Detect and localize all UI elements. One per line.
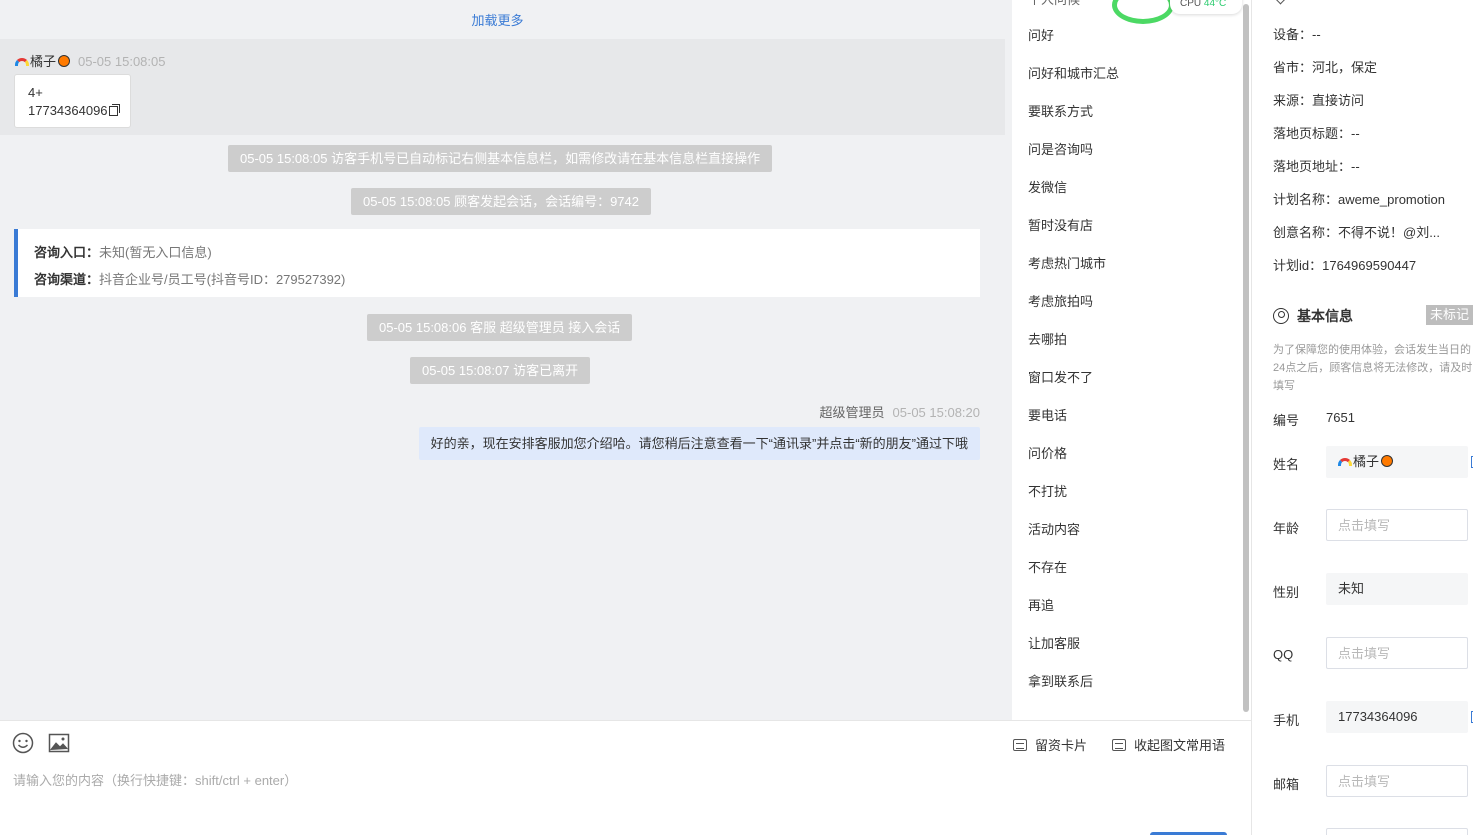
basic-info-label: 基本信息 bbox=[1297, 308, 1353, 324]
email-label: 邮箱 bbox=[1273, 777, 1300, 792]
collapse-phrases-label: 收起图文常用语 bbox=[1134, 738, 1226, 753]
visitor-message-time: 05-05 15:08:05 bbox=[78, 54, 166, 69]
quick-reply-item[interactable]: 问好和城市汇总 bbox=[1028, 63, 1119, 82]
orange-emoji-icon bbox=[58, 55, 71, 67]
entry-value: 未知(暂无入口信息) bbox=[99, 245, 212, 260]
quick-reply-list: 个人问候 问好 问好和城市汇总 要联系方式 问是咨询吗 发微信 暂时没有店 考虑… bbox=[1012, 0, 1251, 720]
source-row: 来源：直接访问 bbox=[1273, 93, 1365, 108]
visitor-message-header: 橘子 05-05 15:08:05 bbox=[15, 51, 165, 70]
age-label: 年龄 bbox=[1273, 521, 1300, 536]
status-badge[interactable]: 未标记 bbox=[1426, 305, 1473, 325]
visitor-message-card: 4+ 17734364096 bbox=[14, 74, 131, 128]
visitor-name: 橘子 bbox=[30, 54, 57, 69]
quick-reply-item[interactable]: 暂时没有店 bbox=[1028, 215, 1093, 234]
gender-label: 性别 bbox=[1273, 585, 1300, 600]
id-label: 编号 bbox=[1273, 413, 1300, 428]
name-label: 姓名 bbox=[1273, 457, 1300, 472]
emoji-icon[interactable] bbox=[12, 732, 34, 754]
phone-label: 手机 bbox=[1273, 713, 1300, 728]
visitor-card-phone: 17734364096 bbox=[28, 103, 108, 118]
age-input[interactable] bbox=[1326, 509, 1468, 541]
copy-icon[interactable] bbox=[108, 104, 120, 116]
quick-reply-item[interactable]: 问好 bbox=[1028, 25, 1054, 44]
rainbow-emoji-icon bbox=[1338, 458, 1352, 466]
name-field[interactable]: 橘子 bbox=[1326, 446, 1468, 478]
quick-reply-scrollbar[interactable] bbox=[1243, 4, 1249, 712]
agent-message-header: 超级管理员 05-05 15:08:20 bbox=[820, 402, 980, 421]
visitor-card-line1: 4+ bbox=[28, 85, 43, 100]
device-row: 设备：-- bbox=[1273, 27, 1321, 42]
performance-widget[interactable]: CPU 44°C bbox=[1112, 0, 1250, 24]
landing-url-row: 落地页地址：-- bbox=[1273, 159, 1360, 174]
gender-select[interactable]: 未知 bbox=[1326, 573, 1468, 605]
creative-name-row: 创意名称：不得不说！@刘... bbox=[1273, 225, 1441, 240]
chat-panel: 加载更多 橘子 05-05 15:08:05 4+ 17734364096 05-… bbox=[0, 0, 1005, 720]
cpu-temp: 44°C bbox=[1203, 0, 1227, 9]
agent-message-bubble: 好的亲，现在安排客服加您介绍哈。请您稍后注意查看一下“通讯录”并点击“新的朋友”… bbox=[418, 427, 980, 460]
lead-card-button[interactable]: 留资卡片 bbox=[1013, 735, 1087, 754]
rainbow-emoji-icon bbox=[15, 58, 29, 66]
message-input-area: 留资卡片 收起图文常用语 bbox=[0, 720, 1251, 835]
quick-reply-item[interactable]: 发微信 bbox=[1028, 177, 1067, 196]
quick-reply-item[interactable]: 问是咨询吗 bbox=[1028, 139, 1093, 158]
load-more-link[interactable]: 加载更多 bbox=[0, 10, 995, 29]
system-notice: 05-05 15:08:06 客服 超级管理员 接入会话 bbox=[367, 314, 633, 341]
agent-name: 超级管理员 bbox=[819, 405, 885, 420]
image-icon[interactable] bbox=[48, 732, 70, 754]
card-icon bbox=[1013, 739, 1027, 751]
system-notice: 05-05 15:08:05 顾客发起会话，会话编号：9742 bbox=[351, 188, 651, 215]
message-input[interactable] bbox=[0, 767, 1251, 827]
email-input[interactable] bbox=[1326, 765, 1468, 797]
entry-label: 咨询入口： bbox=[34, 245, 100, 260]
channel-label: 咨询渠道： bbox=[34, 272, 100, 287]
basic-info-title: 基本信息 bbox=[1273, 306, 1353, 326]
agent-message-time: 05-05 15:08:20 bbox=[892, 405, 980, 420]
quick-reply-item[interactable]: 问价格 bbox=[1028, 443, 1067, 462]
region-row: 省市：河北，保定 bbox=[1273, 60, 1378, 75]
quick-reply-item[interactable]: 拿到联系后 bbox=[1028, 671, 1093, 690]
quick-reply-item[interactable]: 窗口发不了 bbox=[1028, 367, 1093, 386]
id-value: 7651 bbox=[1326, 410, 1355, 425]
next-field-input[interactable] bbox=[1326, 828, 1468, 835]
collapse-phrases-button[interactable]: 收起图文常用语 bbox=[1112, 735, 1225, 754]
campaign-name-row: 计划名称：aweme_promotion bbox=[1273, 192, 1445, 207]
system-notice: 05-05 15:08:05 访客手机号已自动标记右侧基本信息栏，如需修改请在基… bbox=[228, 145, 773, 172]
quick-reply-item[interactable]: 考虑热门城市 bbox=[1028, 253, 1106, 272]
quick-reply-item[interactable]: 不打扰 bbox=[1028, 481, 1067, 500]
basic-info-note: 为了保障您的使用体验，会话发生当日的24点之后，顾客信息将无法修改，请及时填写 bbox=[1273, 344, 1473, 392]
visitor-info-panel: 设备：-- 省市：河北，保定 来源：直接访问 落地页标题：-- 落地页地址：--… bbox=[1251, 0, 1473, 835]
message-icon bbox=[1112, 739, 1126, 751]
quick-reply-item[interactable]: 个人问候 bbox=[1028, 0, 1080, 8]
consult-entry-card: 咨询入口：未知(暂无入口信息) 咨询渠道：抖音企业号/员工号(抖音号ID：279… bbox=[14, 229, 980, 297]
qq-label: QQ bbox=[1273, 647, 1294, 662]
quick-reply-item[interactable]: 活动内容 bbox=[1028, 519, 1080, 538]
qq-input[interactable] bbox=[1326, 637, 1468, 669]
campaign-id-row: 计划id：1764969590447 bbox=[1273, 258, 1417, 273]
quick-reply-item[interactable]: 去哪拍 bbox=[1028, 329, 1067, 348]
channel-value: 抖音企业号/员工号(抖音号ID：279527392) bbox=[99, 272, 346, 287]
user-icon bbox=[1273, 308, 1289, 324]
quick-reply-item[interactable]: 不存在 bbox=[1028, 557, 1067, 576]
quick-reply-item[interactable]: 要电话 bbox=[1028, 405, 1067, 424]
phone-field[interactable]: 17734364096 bbox=[1326, 701, 1468, 733]
quick-reply-item[interactable]: 再追 bbox=[1028, 595, 1054, 614]
quick-reply-item[interactable]: 让加客服 bbox=[1028, 633, 1080, 652]
landing-title-row: 落地页标题：-- bbox=[1273, 126, 1360, 141]
system-notice: 05-05 15:08:07 访客已离开 bbox=[410, 357, 591, 384]
cpu-label: CPU bbox=[1180, 0, 1202, 9]
quick-reply-item[interactable]: 考虑旅拍吗 bbox=[1028, 291, 1093, 310]
lead-card-label: 留资卡片 bbox=[1035, 738, 1088, 753]
name-value: 橘子 bbox=[1353, 454, 1380, 469]
quick-reply-item[interactable]: 要联系方式 bbox=[1028, 101, 1093, 120]
chevron-down-icon[interactable] bbox=[1275, 0, 1286, 5]
orange-emoji-icon bbox=[1381, 455, 1394, 467]
cpu-temp-panel: CPU 44°C bbox=[1170, 0, 1242, 14]
